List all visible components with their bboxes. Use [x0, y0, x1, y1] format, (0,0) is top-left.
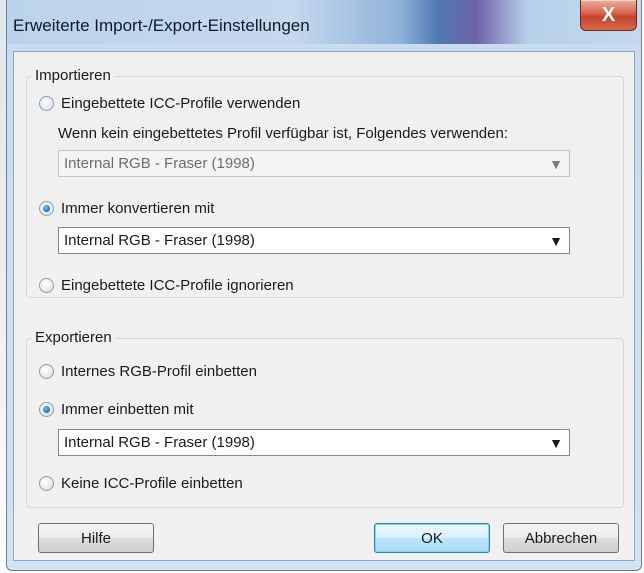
radio-ignore-embedded[interactable]: Eingebettete ICC-Profile ignorieren — [39, 277, 294, 294]
close-button[interactable]: X — [580, 0, 637, 31]
import-group: Importieren Eingebettete ICC-Profile ver… — [26, 67, 624, 298]
window-title: Erweiterte Import-/Export-Einstellungen — [13, 16, 310, 35]
dropdown-arrow-icon: ▼ — [549, 155, 563, 172]
export-group-legend: Exportieren — [32, 329, 115, 346]
radio-embed-none[interactable]: Keine ICC-Profile einbetten — [39, 475, 243, 492]
radio-button[interactable] — [39, 364, 54, 379]
embed-profile-value: Internal RGB - Fraser (1998) — [64, 434, 255, 451]
convert-profile-value: Internal RGB - Fraser (1998) — [64, 232, 255, 249]
radio-always-convert[interactable]: Immer konvertieren mit — [39, 200, 214, 217]
radio-embed-none-label: Keine ICC-Profile einbetten — [61, 475, 243, 492]
radio-button-checked[interactable] — [39, 201, 54, 216]
close-icon: X — [601, 3, 616, 26]
radio-button[interactable] — [39, 278, 54, 293]
radio-always-embed-label: Immer einbetten mit — [61, 401, 194, 418]
export-group: Exportieren Internes RGB-Profil einbette… — [26, 329, 624, 508]
fallback-profile-value: Internal RGB - Fraser (1998) — [64, 155, 255, 172]
title-bar[interactable]: Erweiterte Import-/Export-Einstellungen … — [7, 0, 641, 44]
radio-button[interactable] — [39, 476, 54, 491]
ok-button[interactable]: OK — [374, 523, 490, 553]
help-button-label: Hilfe — [80, 529, 111, 547]
ok-button-label: OK — [421, 529, 443, 547]
embed-profile-combo[interactable]: Internal RGB - Fraser (1998) ▼ — [58, 429, 570, 456]
dropdown-arrow-icon[interactable]: ▼ — [543, 430, 569, 455]
dialog-window: Erweiterte Import-/Export-Einstellungen … — [6, 0, 642, 571]
convert-profile-combo[interactable]: Internal RGB - Fraser (1998) ▼ — [58, 227, 570, 254]
import-group-legend: Importieren — [32, 67, 114, 84]
radio-always-convert-label: Immer konvertieren mit — [61, 200, 215, 217]
radio-use-embedded-label: Eingebettete ICC-Profile verwenden — [61, 95, 301, 112]
help-button[interactable]: Hilfe — [38, 523, 154, 553]
radio-button-checked[interactable] — [39, 402, 54, 417]
radio-embed-internal-rgb[interactable]: Internes RGB-Profil einbetten — [39, 363, 257, 380]
radio-ignore-embedded-label: Eingebettete ICC-Profile ignorieren — [61, 277, 294, 294]
cancel-button[interactable]: Abbrechen — [503, 523, 619, 553]
fallback-profile-combo: Internal RGB - Fraser (1998) ▼ — [58, 150, 570, 177]
dropdown-arrow-icon[interactable]: ▼ — [543, 228, 569, 253]
radio-button[interactable] — [39, 96, 54, 111]
radio-embed-internal-label: Internes RGB-Profil einbetten — [61, 363, 257, 380]
radio-always-embed[interactable]: Immer einbetten mit — [39, 401, 194, 418]
radio-use-embedded-profiles[interactable]: Eingebettete ICC-Profile verwenden — [39, 95, 300, 112]
dialog-client-area: Importieren Eingebettete ICC-Profile ver… — [13, 51, 635, 561]
cancel-button-label: Abbrechen — [524, 529, 598, 547]
fallback-hint: Wenn kein eingebettetes Profil verfügbar… — [58, 125, 508, 142]
